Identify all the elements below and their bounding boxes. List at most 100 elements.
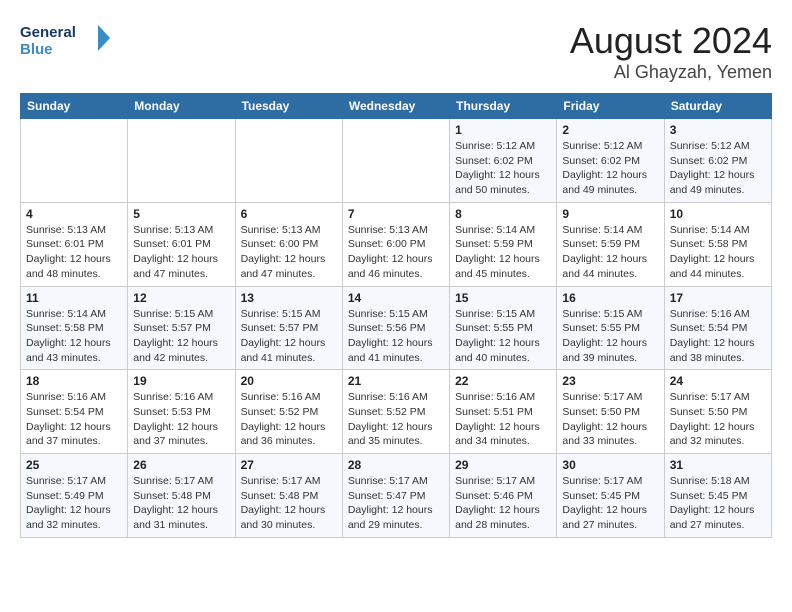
day-number: 5 (133, 207, 229, 221)
day-info: Sunrise: 5:13 AM Sunset: 6:00 PM Dayligh… (348, 223, 444, 282)
calendar-cell: 8 Sunrise: 5:14 AM Sunset: 5:59 PM Daylig… (450, 202, 557, 286)
day-number: 16 (562, 291, 658, 305)
calendar-cell: 4 Sunrise: 5:13 AM Sunset: 6:01 PM Daylig… (21, 202, 128, 286)
calendar-table: SundayMondayTuesdayWednesdayThursdayFrid… (20, 93, 772, 538)
day-number: 1 (455, 123, 551, 137)
day-info: Sunrise: 5:17 AM Sunset: 5:49 PM Dayligh… (26, 474, 122, 533)
calendar-week-row: 4 Sunrise: 5:13 AM Sunset: 6:01 PM Daylig… (21, 202, 772, 286)
page-header: General Blue August 2024 Al Ghayzah, Yem… (20, 20, 772, 83)
day-info: Sunrise: 5:12 AM Sunset: 6:02 PM Dayligh… (455, 139, 551, 198)
day-number: 19 (133, 374, 229, 388)
calendar-cell: 31 Sunrise: 5:18 AM Sunset: 5:45 PM Dayli… (664, 454, 771, 538)
day-number: 8 (455, 207, 551, 221)
day-info: Sunrise: 5:17 AM Sunset: 5:45 PM Dayligh… (562, 474, 658, 533)
day-info: Sunrise: 5:18 AM Sunset: 5:45 PM Dayligh… (670, 474, 766, 533)
calendar-cell: 18Sunrise: 5:16 AM Sunset: 5:54 PM Dayli… (21, 370, 128, 454)
calendar-cell: 2Sunrise: 5:12 AM Sunset: 6:02 PM Daylig… (557, 119, 664, 203)
weekday-header-cell: Wednesday (342, 94, 449, 119)
logo: General Blue (20, 20, 120, 60)
weekday-header-cell: Saturday (664, 94, 771, 119)
day-info: Sunrise: 5:17 AM Sunset: 5:50 PM Dayligh… (562, 390, 658, 449)
day-info: Sunrise: 5:15 AM Sunset: 5:57 PM Dayligh… (241, 307, 337, 366)
day-info: Sunrise: 5:16 AM Sunset: 5:54 PM Dayligh… (670, 307, 766, 366)
day-info: Sunrise: 5:16 AM Sunset: 5:51 PM Dayligh… (455, 390, 551, 449)
weekday-header-cell: Thursday (450, 94, 557, 119)
weekday-header-cell: Monday (128, 94, 235, 119)
day-number: 18 (26, 374, 122, 388)
day-number: 4 (26, 207, 122, 221)
calendar-cell (21, 119, 128, 203)
calendar-cell: 13 Sunrise: 5:15 AM Sunset: 5:57 PM Dayli… (235, 286, 342, 370)
day-info: Sunrise: 5:16 AM Sunset: 5:53 PM Dayligh… (133, 390, 229, 449)
day-info: Sunrise: 5:17 AM Sunset: 5:48 PM Dayligh… (133, 474, 229, 533)
weekday-header-cell: Tuesday (235, 94, 342, 119)
calendar-cell (128, 119, 235, 203)
day-number: 10 (670, 207, 766, 221)
calendar-cell: 1 Sunrise: 5:12 AM Sunset: 6:02 PM Daylig… (450, 119, 557, 203)
calendar-cell: 17 Sunrise: 5:16 AM Sunset: 5:54 PM Dayli… (664, 286, 771, 370)
day-number: 6 (241, 207, 337, 221)
day-info: Sunrise: 5:14 AM Sunset: 5:59 PM Dayligh… (562, 223, 658, 282)
day-number: 28 (348, 458, 444, 472)
day-number: 30 (562, 458, 658, 472)
svg-text:General: General (20, 24, 76, 41)
day-info: Sunrise: 5:16 AM Sunset: 5:52 PM Dayligh… (241, 390, 337, 449)
title-block: August 2024 Al Ghayzah, Yemen (570, 20, 772, 83)
calendar-week-row: 1 Sunrise: 5:12 AM Sunset: 6:02 PM Daylig… (21, 119, 772, 203)
calendar-cell: 6 Sunrise: 5:13 AM Sunset: 6:00 PM Daylig… (235, 202, 342, 286)
weekday-header-row: SundayMondayTuesdayWednesdayThursdayFrid… (21, 94, 772, 119)
calendar-cell: 22Sunrise: 5:16 AM Sunset: 5:51 PM Dayli… (450, 370, 557, 454)
calendar-cell: 25 Sunrise: 5:17 AM Sunset: 5:49 PM Dayli… (21, 454, 128, 538)
day-info: Sunrise: 5:17 AM Sunset: 5:48 PM Dayligh… (241, 474, 337, 533)
calendar-week-row: 25 Sunrise: 5:17 AM Sunset: 5:49 PM Dayli… (21, 454, 772, 538)
day-info: Sunrise: 5:13 AM Sunset: 6:01 PM Dayligh… (26, 223, 122, 282)
day-number: 11 (26, 291, 122, 305)
svg-text:Blue: Blue (20, 41, 53, 58)
logo-svg: General Blue (20, 20, 120, 60)
weekday-header-cell: Sunday (21, 94, 128, 119)
day-info: Sunrise: 5:13 AM Sunset: 6:01 PM Dayligh… (133, 223, 229, 282)
day-info: Sunrise: 5:17 AM Sunset: 5:50 PM Dayligh… (670, 390, 766, 449)
location-title: Al Ghayzah, Yemen (570, 62, 772, 83)
calendar-cell: 5 Sunrise: 5:13 AM Sunset: 6:01 PM Daylig… (128, 202, 235, 286)
day-number: 12 (133, 291, 229, 305)
calendar-body: 1 Sunrise: 5:12 AM Sunset: 6:02 PM Daylig… (21, 119, 772, 538)
day-info: Sunrise: 5:14 AM Sunset: 5:58 PM Dayligh… (670, 223, 766, 282)
calendar-cell: 26Sunrise: 5:17 AM Sunset: 5:48 PM Dayli… (128, 454, 235, 538)
day-number: 17 (670, 291, 766, 305)
day-info: Sunrise: 5:15 AM Sunset: 5:56 PM Dayligh… (348, 307, 444, 366)
day-info: Sunrise: 5:14 AM Sunset: 5:59 PM Dayligh… (455, 223, 551, 282)
calendar-cell: 30 Sunrise: 5:17 AM Sunset: 5:45 PM Dayli… (557, 454, 664, 538)
weekday-header-cell: Friday (557, 94, 664, 119)
calendar-cell: 11Sunrise: 5:14 AM Sunset: 5:58 PM Dayli… (21, 286, 128, 370)
calendar-cell: 15Sunrise: 5:15 AM Sunset: 5:55 PM Dayli… (450, 286, 557, 370)
calendar-cell: 28 Sunrise: 5:17 AM Sunset: 5:47 PM Dayli… (342, 454, 449, 538)
day-info: Sunrise: 5:13 AM Sunset: 6:00 PM Dayligh… (241, 223, 337, 282)
day-info: Sunrise: 5:16 AM Sunset: 5:52 PM Dayligh… (348, 390, 444, 449)
day-number: 24 (670, 374, 766, 388)
calendar-week-row: 11Sunrise: 5:14 AM Sunset: 5:58 PM Dayli… (21, 286, 772, 370)
day-number: 31 (670, 458, 766, 472)
calendar-cell: 21 Sunrise: 5:16 AM Sunset: 5:52 PM Dayli… (342, 370, 449, 454)
calendar-cell: 7Sunrise: 5:13 AM Sunset: 6:00 PM Daylig… (342, 202, 449, 286)
day-info: Sunrise: 5:17 AM Sunset: 5:47 PM Dayligh… (348, 474, 444, 533)
day-number: 13 (241, 291, 337, 305)
calendar-cell: 14 Sunrise: 5:15 AM Sunset: 5:56 PM Dayli… (342, 286, 449, 370)
day-number: 14 (348, 291, 444, 305)
calendar-cell: 27Sunrise: 5:17 AM Sunset: 5:48 PM Dayli… (235, 454, 342, 538)
day-number: 20 (241, 374, 337, 388)
calendar-cell (342, 119, 449, 203)
day-info: Sunrise: 5:12 AM Sunset: 6:02 PM Dayligh… (670, 139, 766, 198)
month-title: August 2024 (570, 20, 772, 62)
calendar-week-row: 18Sunrise: 5:16 AM Sunset: 5:54 PM Dayli… (21, 370, 772, 454)
calendar-cell: 3Sunrise: 5:12 AM Sunset: 6:02 PM Daylig… (664, 119, 771, 203)
day-number: 29 (455, 458, 551, 472)
calendar-cell: 23Sunrise: 5:17 AM Sunset: 5:50 PM Dayli… (557, 370, 664, 454)
day-info: Sunrise: 5:15 AM Sunset: 5:57 PM Dayligh… (133, 307, 229, 366)
calendar-cell: 10 Sunrise: 5:14 AM Sunset: 5:58 PM Dayli… (664, 202, 771, 286)
calendar-cell: 24 Sunrise: 5:17 AM Sunset: 5:50 PM Dayli… (664, 370, 771, 454)
day-number: 15 (455, 291, 551, 305)
day-number: 21 (348, 374, 444, 388)
day-number: 25 (26, 458, 122, 472)
calendar-cell: 16Sunrise: 5:15 AM Sunset: 5:55 PM Dayli… (557, 286, 664, 370)
